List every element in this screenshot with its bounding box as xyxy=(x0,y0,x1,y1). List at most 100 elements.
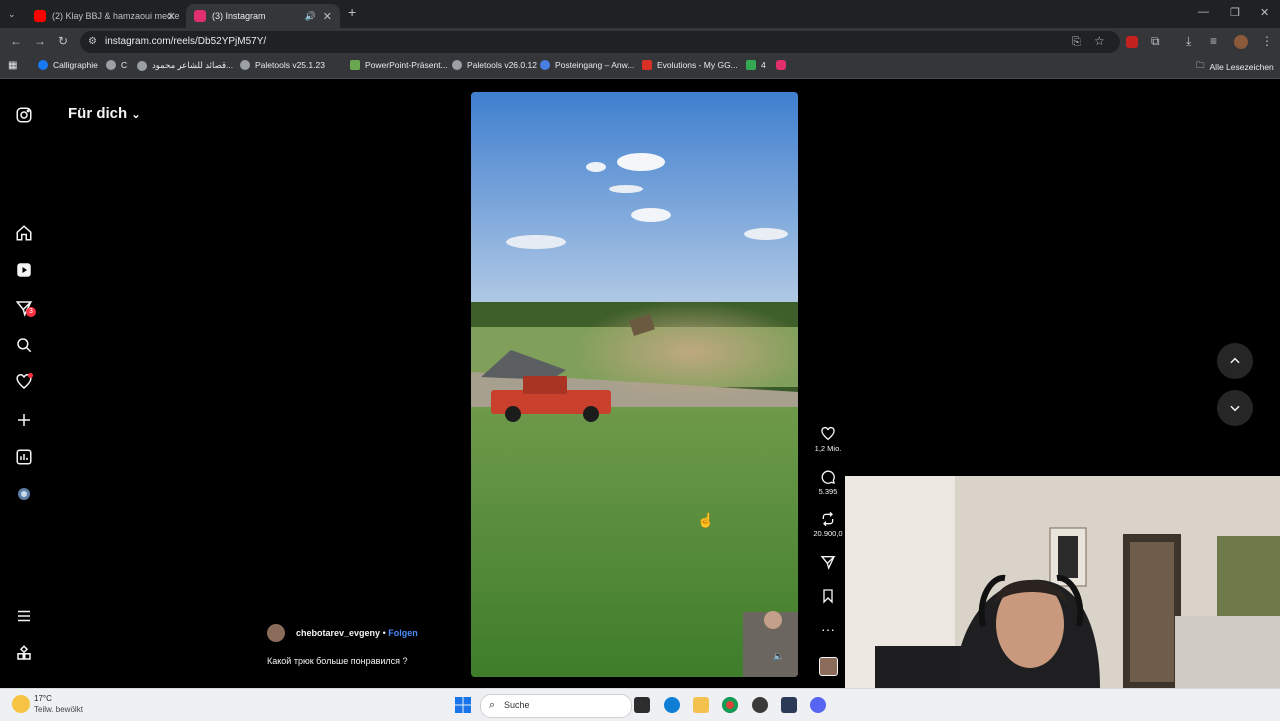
profile-avatar[interactable] xyxy=(1234,35,1248,49)
windows-start-icon[interactable] xyxy=(455,697,471,713)
back-arrow-icon[interactable]: ← xyxy=(10,34,22,48)
tab-search-chevron-icon[interactable]: ⌄ xyxy=(8,7,16,21)
more-menu-icon[interactable] xyxy=(15,607,33,625)
bookmark-icon xyxy=(823,589,833,604)
author-avatar[interactable] xyxy=(267,624,285,642)
puzzle-icon[interactable]: ⧉ xyxy=(1151,34,1160,48)
app-icon[interactable] xyxy=(752,697,768,713)
new-tab-plus-icon[interactable]: + xyxy=(348,5,356,19)
dashboard-icon[interactable] xyxy=(15,448,33,466)
profile-avatar[interactable] xyxy=(15,485,33,503)
audio-thumbnail[interactable] xyxy=(819,657,838,676)
messages-icon[interactable]: 3 xyxy=(15,299,36,317)
chrome-icon[interactable] xyxy=(722,697,738,713)
search-icon[interactable] xyxy=(15,336,33,354)
folder-icon: 🗀 xyxy=(1196,60,1205,70)
browser-tab-strip: ⌄ (2) Klay BBJ & hamzaoui med e ✕ (3) In… xyxy=(0,0,1280,28)
mail-icon xyxy=(540,60,550,70)
more-options-icon[interactable]: ··· xyxy=(812,621,844,637)
save-action[interactable] xyxy=(812,588,844,606)
also-from-meta-icon[interactable] xyxy=(15,644,33,662)
instagram-favicon-icon xyxy=(194,10,206,22)
menu-dots-icon[interactable]: ⋮ xyxy=(1261,34,1273,48)
all-bookmarks[interactable]: 🗀 Alle Lesezeichen xyxy=(1196,60,1274,74)
like-action[interactable]: 1,2 Mio. xyxy=(812,426,844,453)
document-icon xyxy=(350,60,360,70)
comment-action[interactable]: 5.395 xyxy=(812,469,844,496)
author-line: chebotarev_evgeny • Folgen xyxy=(296,628,418,638)
download-icon[interactable]: ⤓ xyxy=(1186,34,1191,48)
previous-reel-button[interactable] xyxy=(1217,343,1253,379)
mute-speaker-icon[interactable]: 🔈 xyxy=(773,651,784,662)
bookmark-item[interactable]: قصائد للشاعر محمود... xyxy=(137,60,233,71)
weather-icon[interactable] xyxy=(12,695,30,713)
speaker-icon[interactable]: 🔊 xyxy=(305,11,316,22)
address-bar[interactable]: ⚙ instagram.com/reels/Db52YPjM57Y/ ⎘ ☆ xyxy=(80,31,1120,53)
instagram-icon xyxy=(776,60,786,70)
search-icon: ⌕ xyxy=(489,699,496,711)
notification-dot xyxy=(28,373,33,378)
apps-grid-icon[interactable]: ▦ xyxy=(8,60,17,71)
follow-link[interactable]: Folgen xyxy=(388,628,418,638)
bookmark-item[interactable]: C xyxy=(106,60,127,70)
file-explorer-icon[interactable] xyxy=(693,697,709,713)
reel-video[interactable]: 🔈 xyxy=(471,92,798,677)
notification-badge: 3 xyxy=(26,307,36,317)
author-username[interactable]: chebotarev_evgeny xyxy=(296,628,380,638)
globe-icon xyxy=(452,60,462,70)
browser-toolbar: ← → ↻ ⚙ instagram.com/reels/Db52YPjM57Y/… xyxy=(0,28,1280,56)
home-icon[interactable] xyxy=(15,224,33,242)
minimize-icon[interactable]: — xyxy=(1198,6,1209,18)
hand-cursor-icon: ☝ xyxy=(697,512,715,528)
repost-action[interactable]: 20.900,0 xyxy=(812,511,844,538)
weather-desc[interactable]: Teilw. bewölkt xyxy=(34,705,83,714)
reel-caption: Какой трюк больше понравился ? xyxy=(267,656,408,666)
extension-icon[interactable] xyxy=(1126,36,1138,48)
close-icon[interactable]: ✕ xyxy=(323,10,332,23)
tab-instagram[interactable]: (3) Instagram 🔊 ✕ xyxy=(186,4,340,28)
create-plus-icon[interactable] xyxy=(15,411,33,429)
media-icon[interactable]: ≡ xyxy=(1210,34,1217,48)
windows-taskbar: 17°C Teilw. bewölkt ⌕ Suche xyxy=(0,688,1280,721)
bookmark-item[interactable]: Posteingang – Anw... xyxy=(540,60,634,70)
bookmarks-bar: ▦ Calligraphie C قصائد للشاعر محمود... P… xyxy=(0,56,1280,79)
share-action[interactable] xyxy=(812,554,844,572)
bookmark-item[interactable]: 4 xyxy=(746,60,766,70)
webcam-overlay xyxy=(845,476,1280,688)
repost-icon xyxy=(822,511,834,527)
repost-count: 20.900,0 xyxy=(813,529,843,538)
weather-temp[interactable]: 17°C xyxy=(34,694,52,703)
reels-icon[interactable] xyxy=(15,261,33,279)
reload-icon[interactable]: ↻ xyxy=(58,34,68,48)
bookmark-item[interactable]: Evolutions - My GG... xyxy=(642,60,738,70)
bookmark-item[interactable]: Paletools v26.0.12 xyxy=(452,60,537,70)
edge-icon[interactable] xyxy=(664,697,680,713)
close-icon[interactable]: ✕ xyxy=(167,10,176,23)
feed-selector[interactable]: Für dich ⌄ xyxy=(68,105,141,122)
heart-icon[interactable] xyxy=(15,373,33,391)
forward-arrow-icon[interactable]: → xyxy=(34,34,46,48)
globe-icon xyxy=(137,60,147,71)
taskbar-search[interactable]: ⌕ Suche xyxy=(480,694,632,718)
window-close-icon[interactable]: ✕ xyxy=(1260,6,1269,19)
discord-icon[interactable] xyxy=(810,697,826,713)
install-icon[interactable]: ⎘ xyxy=(1072,35,1081,49)
instagram-logo-icon[interactable] xyxy=(15,106,33,124)
bookmark-item[interactable]: Paletools v25.1.23 xyxy=(240,60,325,70)
next-reel-button[interactable] xyxy=(1217,390,1253,426)
bookmark-instagram[interactable] xyxy=(776,60,791,70)
globe-icon xyxy=(240,60,250,70)
search-label: Suche xyxy=(504,700,530,710)
star-icon[interactable]: ☆ xyxy=(1094,34,1105,48)
bookmark-item[interactable]: Calligraphie xyxy=(38,60,98,70)
restore-icon[interactable]: ❐ xyxy=(1230,6,1240,19)
task-view-icon[interactable] xyxy=(634,697,650,713)
bookmark-item[interactable]: PowerPoint-Präsent... xyxy=(350,60,448,70)
app-icon[interactable] xyxy=(781,697,797,713)
chevron-down-icon: ⌄ xyxy=(131,109,141,121)
globe-icon xyxy=(106,60,116,70)
tab-youtube[interactable]: (2) Klay BBJ & hamzaoui med e ✕ xyxy=(26,4,184,28)
like-count: 1,2 Mio. xyxy=(814,444,842,453)
site-info-icon[interactable]: ⚙ xyxy=(88,35,97,49)
comment-icon xyxy=(821,470,835,484)
